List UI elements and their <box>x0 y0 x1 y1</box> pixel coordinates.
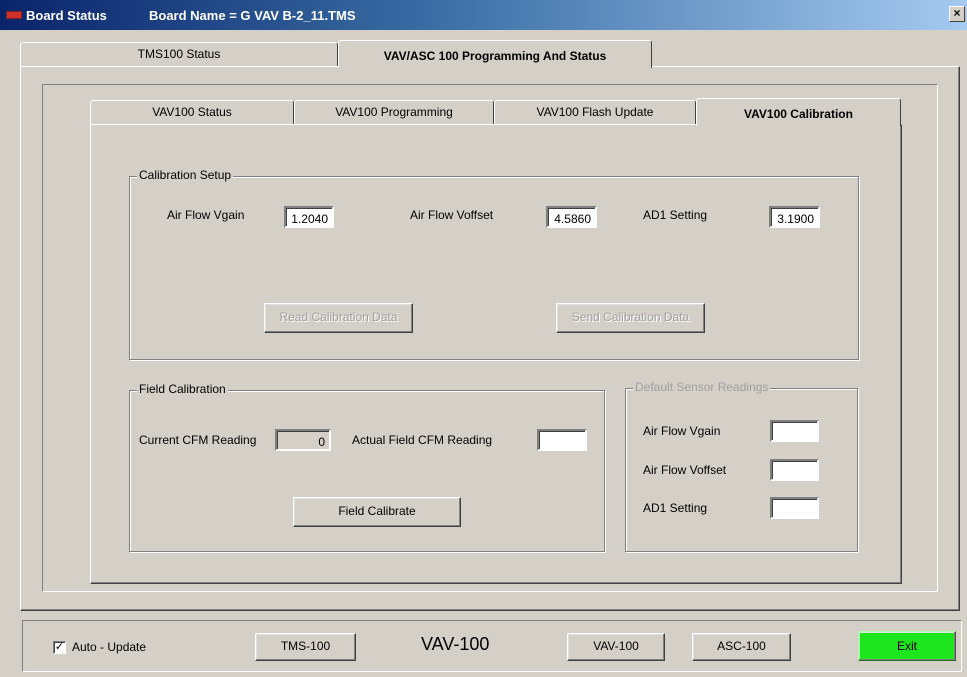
tab-vav-asc-programming[interactable]: VAV/ASC 100 Programming And Status <box>338 40 652 68</box>
default-ad1-setting-label: AD1 Setting <box>643 501 708 515</box>
asc-100-button[interactable]: ASC-100 <box>692 633 791 661</box>
actual-field-cfm-label: Actual Field CFM Reading <box>352 433 493 447</box>
tms-100-button[interactable]: TMS-100 <box>255 633 356 661</box>
device-label: VAV-100 <box>421 634 490 654</box>
field-calibration-group <box>129 390 605 552</box>
calibration-setup-group <box>129 176 859 360</box>
read-calibration-data-button[interactable]: Read Calibration Data <box>264 303 413 333</box>
air-flow-voffset-input[interactable] <box>546 206 597 228</box>
title-bar: Board Status Board Name = G VAV B-2_11.T… <box>0 0 967 30</box>
default-ad1-setting-input[interactable] <box>770 497 819 519</box>
current-cfm-readout <box>275 429 331 451</box>
app-icon <box>6 11 22 19</box>
current-cfm-label: Current CFM Reading <box>139 433 257 447</box>
tab-tms100-status[interactable]: TMS100 Status <box>20 42 338 66</box>
tab-vav100-programming[interactable]: VAV100 Programming <box>294 100 494 124</box>
actual-field-cfm-input[interactable] <box>537 429 587 451</box>
default-air-flow-vgain-input[interactable] <box>770 420 819 442</box>
auto-update-label: Auto - Update <box>72 640 147 654</box>
board-name-title: Board Name = G VAV B-2_11.TMS <box>149 8 356 23</box>
ad1-setting-label: AD1 Setting <box>643 208 708 222</box>
ad1-setting-input[interactable] <box>769 206 820 228</box>
default-sensor-readings-title: Default Sensor Readings <box>633 380 771 394</box>
close-button[interactable]: × <box>949 6 965 22</box>
tab-vav100-flash-update[interactable]: VAV100 Flash Update <box>494 100 696 124</box>
vav-100-button[interactable]: VAV-100 <box>567 633 665 661</box>
tab-vav100-calibration[interactable]: VAV100 Calibration <box>696 98 901 126</box>
tab-vav100-status[interactable]: VAV100 Status <box>90 100 294 124</box>
default-air-flow-vgain-label: Air Flow Vgain <box>643 424 721 438</box>
send-calibration-data-button[interactable]: Send Calibration Data <box>556 303 705 333</box>
window-title: Board Status <box>26 8 107 23</box>
auto-update-checkbox[interactable]: ✓ <box>53 641 66 654</box>
air-flow-vgain-input[interactable] <box>284 206 334 228</box>
field-calibrate-button[interactable]: Field Calibrate <box>293 497 461 527</box>
bottom-bar <box>22 620 962 672</box>
exit-button[interactable]: Exit <box>858 631 956 661</box>
air-flow-voffset-label: Air Flow Voffset <box>410 208 494 222</box>
calibration-setup-title: Calibration Setup <box>137 168 234 182</box>
field-calibration-title: Field Calibration <box>137 382 228 396</box>
default-air-flow-voffset-label: Air Flow Voffset <box>643 463 727 477</box>
air-flow-vgain-label: Air Flow Vgain <box>167 208 245 222</box>
default-air-flow-voffset-input[interactable] <box>770 459 819 481</box>
